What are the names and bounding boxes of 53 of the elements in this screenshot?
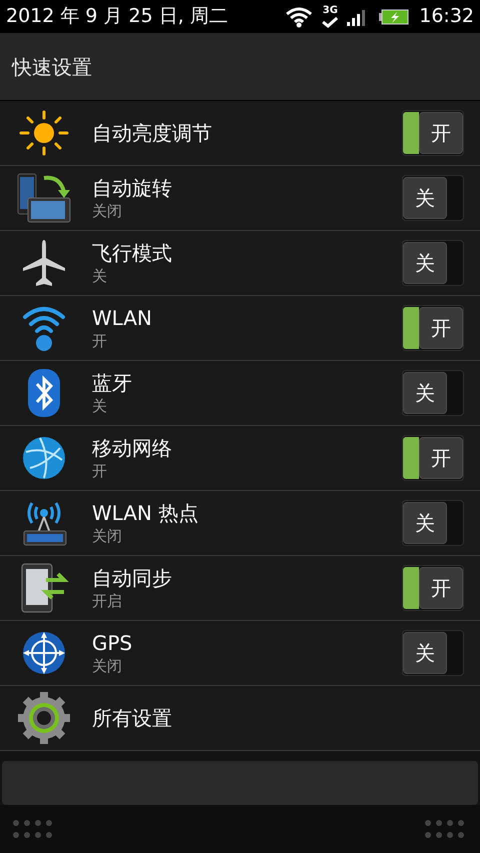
toggle-knob: 开 (419, 112, 463, 154)
panel-title: 快速设置 (12, 54, 92, 80)
toggle-knob: 开 (419, 437, 463, 479)
setting-status: 关闭 (92, 201, 123, 221)
toggle-knob: 开 (419, 567, 463, 609)
toggle-switch[interactable]: 开 (402, 305, 464, 351)
wifi-signal-icon (285, 6, 314, 28)
setting-title: 自动旋转 (92, 175, 173, 201)
battery-charging-icon (379, 8, 410, 24)
toggle-knob: 关 (403, 177, 447, 219)
check-icon (321, 16, 340, 28)
toggle-on-fill (403, 567, 419, 609)
rotate-phone-icon (16, 172, 72, 224)
toggle-switch[interactable]: 关 (402, 630, 464, 676)
globe-icon (20, 434, 68, 482)
setting-title: WLAN 热点 (92, 500, 200, 526)
network-type: 3G (322, 6, 338, 16)
setting-title: 所有设置 (92, 705, 173, 731)
setting-status: 关 (92, 396, 108, 416)
toggle-knob: 关 (403, 632, 447, 674)
gear-icon (17, 691, 71, 745)
setting-status: 关闭 (92, 656, 123, 676)
toggle-knob: 关 (403, 242, 447, 284)
setting-title: GPS (92, 630, 134, 656)
setting-title: 自动同步 (92, 565, 173, 591)
setting-status: 开启 (92, 591, 123, 611)
setting-title: WLAN (92, 305, 154, 331)
setting-status: 开 (92, 461, 108, 481)
toggle-on-fill (403, 112, 419, 154)
setting-title: 移动网络 (92, 435, 173, 461)
toggle-switch[interactable]: 开 (402, 110, 464, 156)
setting-title: 自动亮度调节 (92, 120, 213, 146)
clock: 16:32 (419, 4, 474, 30)
toggle-on-fill (403, 437, 419, 479)
sun-icon (19, 110, 69, 156)
toggle-switch[interactable]: 关 (402, 370, 464, 416)
setting-title: 飞行模式 (92, 240, 173, 266)
toggle-switch[interactable]: 关 (402, 500, 464, 546)
toggle-switch[interactable]: 开 (402, 435, 464, 481)
setting-status: 关闭 (92, 526, 123, 546)
setting-status: 关 (92, 266, 108, 286)
toggle-knob: 关 (403, 372, 447, 414)
toggle-on-fill (403, 307, 419, 349)
toggle-switch[interactable]: 关 (402, 240, 464, 286)
compass-globe-icon (20, 629, 68, 677)
toggle-switch[interactable]: 关 (402, 175, 464, 221)
toggle-knob: 开 (419, 307, 463, 349)
toggle-knob: 关 (403, 502, 447, 544)
status-date: 2012 年 9 月 25 日, 周二 (6, 4, 228, 30)
toggle-switch[interactable]: 开 (402, 565, 464, 611)
setting-title: 蓝牙 (92, 370, 133, 396)
airplane-icon (21, 238, 67, 288)
setting-status: 开 (92, 331, 108, 351)
